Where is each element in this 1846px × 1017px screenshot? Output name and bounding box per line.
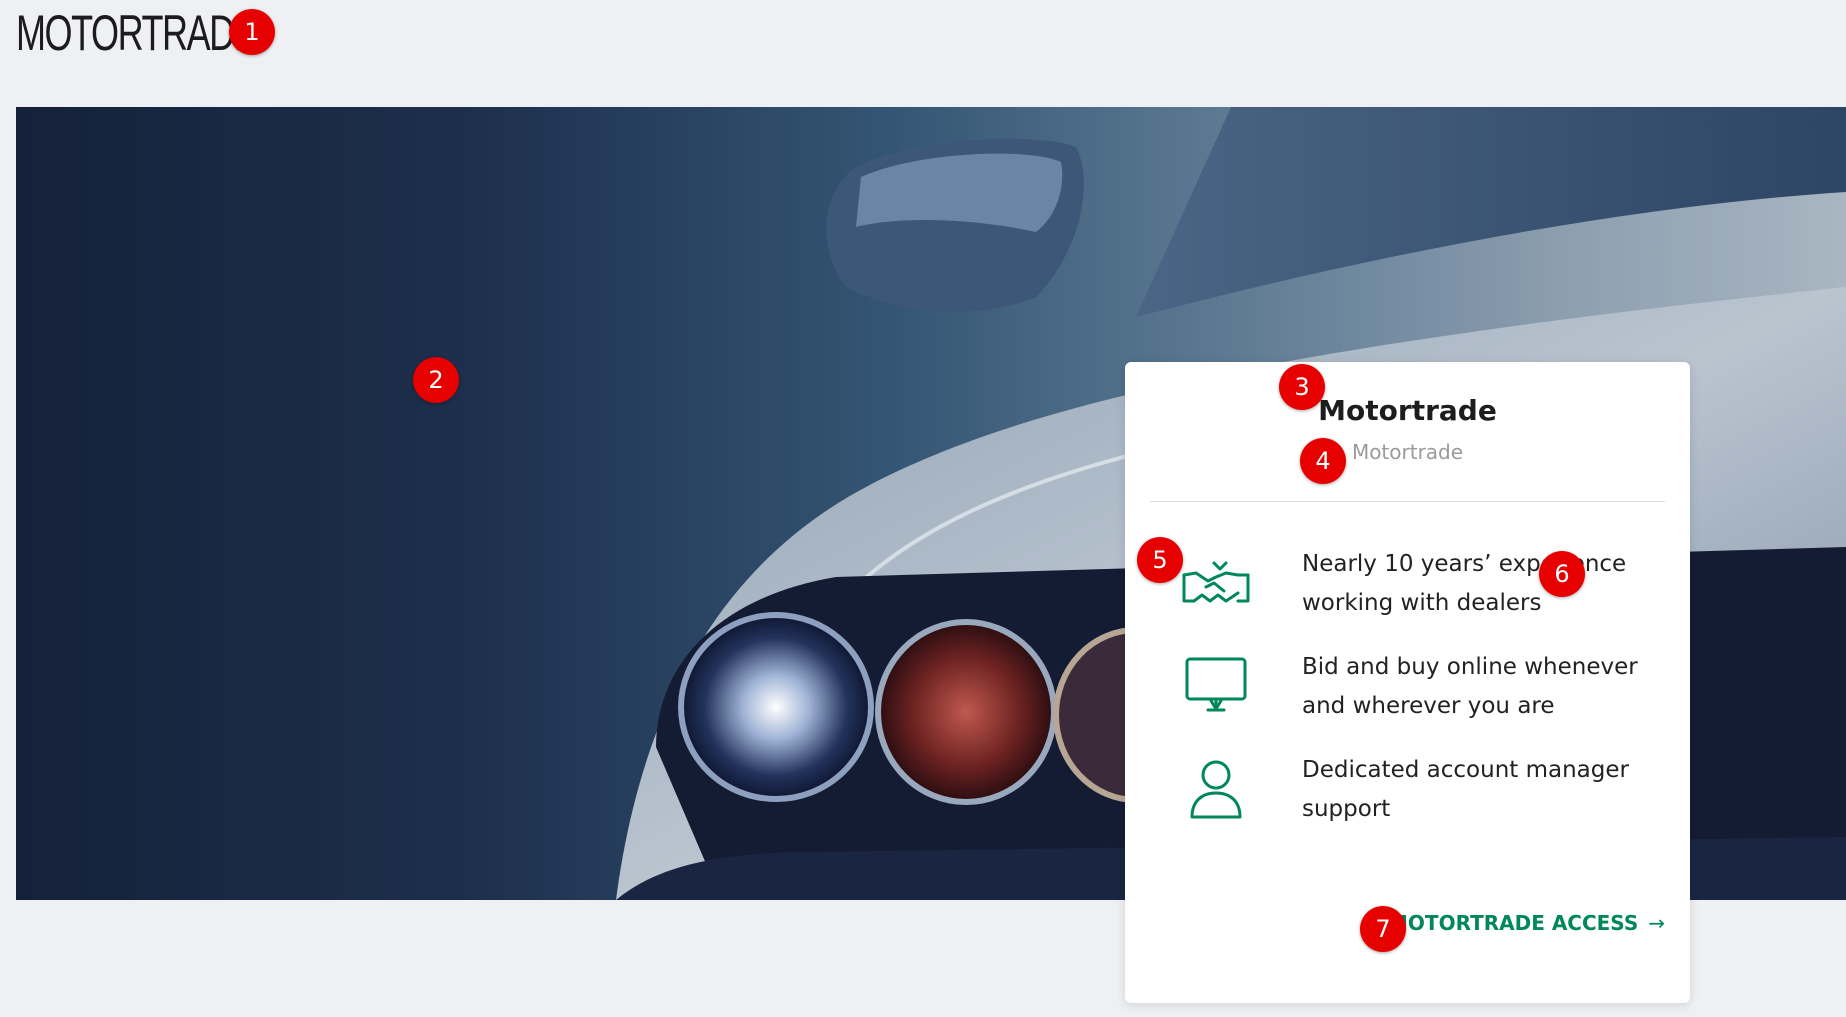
annotation-marker-7: 7 (1360, 906, 1406, 952)
motortrade-access-link[interactable]: MOTORTRADE ACCESS → (1388, 911, 1665, 935)
arrow-right-icon: → (1648, 911, 1665, 935)
access-link-label: MOTORTRADE ACCESS (1388, 911, 1639, 935)
annotation-marker-6: 6 (1539, 551, 1585, 597)
annotation-marker-5: 5 (1137, 537, 1183, 583)
feature-account-manager-text: Dedicated account manager support (1302, 757, 1629, 822)
user-icon (1180, 757, 1252, 823)
feature-experience-text: Nearly 10 years’ experience working with… (1302, 551, 1627, 616)
card-subtitle: Motortrade (1351, 440, 1464, 464)
handshake-icon (1180, 551, 1252, 617)
card-title: Motortrade (1318, 394, 1497, 427)
feature-online-bidding-text: Bid and buy online whenever and wherever… (1302, 654, 1638, 719)
card-divider (1150, 501, 1665, 502)
feature-experience: Nearly 10 years’ experience working with… (1180, 545, 1670, 625)
feature-account-manager: Dedicated account manager support (1180, 751, 1670, 831)
annotation-marker-1: 1 (229, 9, 275, 55)
feature-online-bidding: Bid and buy online whenever and wherever… (1180, 648, 1670, 728)
annotation-marker-3: 3 (1279, 364, 1325, 410)
monitor-icon (1180, 654, 1252, 720)
motortrade-card: Motortrade Motortrade Nearly 10 years’ e… (1125, 362, 1690, 1003)
motortrade-logo[interactable]: MOTORTRADE (16, 8, 258, 58)
annotation-marker-2: 2 (413, 357, 459, 403)
annotation-marker-4: 4 (1300, 438, 1346, 484)
